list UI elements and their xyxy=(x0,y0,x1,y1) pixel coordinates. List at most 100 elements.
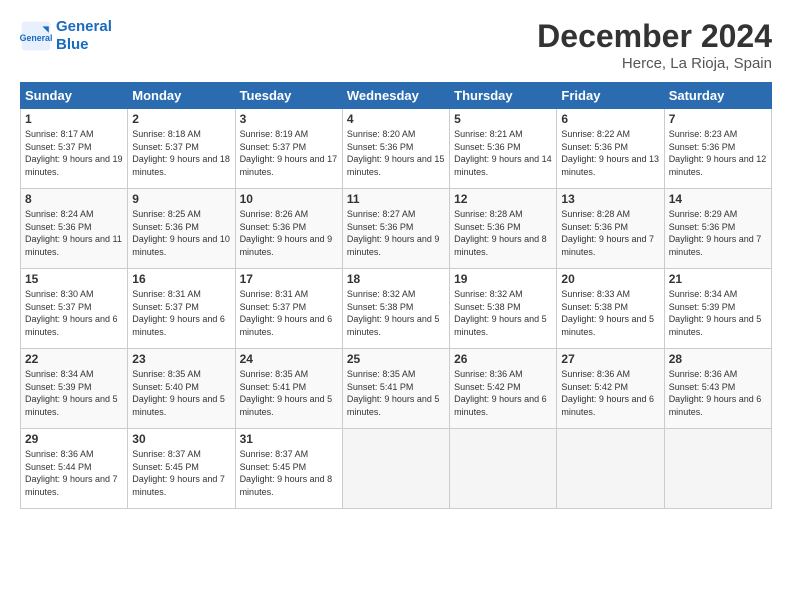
cell-content: Sunrise: 8:35 AMSunset: 5:41 PMDaylight:… xyxy=(347,369,440,417)
table-row: 14 Sunrise: 8:29 AMSunset: 5:36 PMDaylig… xyxy=(664,189,771,269)
cell-content: Sunrise: 8:31 AMSunset: 5:37 PMDaylight:… xyxy=(132,289,225,337)
table-row: 8 Sunrise: 8:24 AMSunset: 5:36 PMDayligh… xyxy=(21,189,128,269)
col-saturday: Saturday xyxy=(664,83,771,109)
table-row xyxy=(557,429,664,509)
table-row: 10 Sunrise: 8:26 AMSunset: 5:36 PMDaylig… xyxy=(235,189,342,269)
cell-content: Sunrise: 8:37 AMSunset: 5:45 PMDaylight:… xyxy=(132,449,225,497)
cell-content: Sunrise: 8:18 AMSunset: 5:37 PMDaylight:… xyxy=(132,129,230,177)
day-number: 26 xyxy=(454,352,552,366)
cell-content: Sunrise: 8:36 AMSunset: 5:42 PMDaylight:… xyxy=(454,369,547,417)
logo: General General Blue xyxy=(20,18,112,54)
day-number: 9 xyxy=(132,192,230,206)
cell-content: Sunrise: 8:19 AMSunset: 5:37 PMDaylight:… xyxy=(240,129,338,177)
table-row: 13 Sunrise: 8:28 AMSunset: 5:36 PMDaylig… xyxy=(557,189,664,269)
table-row: 12 Sunrise: 8:28 AMSunset: 5:36 PMDaylig… xyxy=(450,189,557,269)
cell-content: Sunrise: 8:36 AMSunset: 5:43 PMDaylight:… xyxy=(669,369,762,417)
table-row: 20 Sunrise: 8:33 AMSunset: 5:38 PMDaylig… xyxy=(557,269,664,349)
day-number: 25 xyxy=(347,352,445,366)
cell-content: Sunrise: 8:28 AMSunset: 5:36 PMDaylight:… xyxy=(561,209,654,257)
cell-content: Sunrise: 8:17 AMSunset: 5:37 PMDaylight:… xyxy=(25,129,123,177)
cell-content: Sunrise: 8:22 AMSunset: 5:36 PMDaylight:… xyxy=(561,129,659,177)
cell-content: Sunrise: 8:21 AMSunset: 5:36 PMDaylight:… xyxy=(454,129,552,177)
cell-content: Sunrise: 8:25 AMSunset: 5:36 PMDaylight:… xyxy=(132,209,230,257)
table-row: 29 Sunrise: 8:36 AMSunset: 5:44 PMDaylig… xyxy=(21,429,128,509)
day-number: 2 xyxy=(132,112,230,126)
cell-content: Sunrise: 8:27 AMSunset: 5:36 PMDaylight:… xyxy=(347,209,440,257)
day-number: 1 xyxy=(25,112,123,126)
table-row: 16 Sunrise: 8:31 AMSunset: 5:37 PMDaylig… xyxy=(128,269,235,349)
col-friday: Friday xyxy=(557,83,664,109)
table-row: 30 Sunrise: 8:37 AMSunset: 5:45 PMDaylig… xyxy=(128,429,235,509)
cell-content: Sunrise: 8:35 AMSunset: 5:41 PMDaylight:… xyxy=(240,369,333,417)
table-row: 24 Sunrise: 8:35 AMSunset: 5:41 PMDaylig… xyxy=(235,349,342,429)
table-row: 11 Sunrise: 8:27 AMSunset: 5:36 PMDaylig… xyxy=(342,189,449,269)
table-row: 2 Sunrise: 8:18 AMSunset: 5:37 PMDayligh… xyxy=(128,109,235,189)
cell-content: Sunrise: 8:24 AMSunset: 5:36 PMDaylight:… xyxy=(25,209,122,257)
day-number: 20 xyxy=(561,272,659,286)
day-number: 21 xyxy=(669,272,767,286)
day-number: 19 xyxy=(454,272,552,286)
day-number: 28 xyxy=(669,352,767,366)
cell-content: Sunrise: 8:20 AMSunset: 5:36 PMDaylight:… xyxy=(347,129,445,177)
cell-content: Sunrise: 8:36 AMSunset: 5:42 PMDaylight:… xyxy=(561,369,654,417)
table-row: 19 Sunrise: 8:32 AMSunset: 5:38 PMDaylig… xyxy=(450,269,557,349)
day-number: 17 xyxy=(240,272,338,286)
col-wednesday: Wednesday xyxy=(342,83,449,109)
table-row: 17 Sunrise: 8:31 AMSunset: 5:37 PMDaylig… xyxy=(235,269,342,349)
table-row: 18 Sunrise: 8:32 AMSunset: 5:38 PMDaylig… xyxy=(342,269,449,349)
logo-icon: General xyxy=(20,20,52,52)
day-number: 31 xyxy=(240,432,338,446)
day-number: 11 xyxy=(347,192,445,206)
table-row: 23 Sunrise: 8:35 AMSunset: 5:40 PMDaylig… xyxy=(128,349,235,429)
table-row: 1 Sunrise: 8:17 AMSunset: 5:37 PMDayligh… xyxy=(21,109,128,189)
cell-content: Sunrise: 8:34 AMSunset: 5:39 PMDaylight:… xyxy=(669,289,762,337)
day-number: 10 xyxy=(240,192,338,206)
cell-content: Sunrise: 8:30 AMSunset: 5:37 PMDaylight:… xyxy=(25,289,118,337)
cell-content: Sunrise: 8:26 AMSunset: 5:36 PMDaylight:… xyxy=(240,209,333,257)
table-row: 7 Sunrise: 8:23 AMSunset: 5:36 PMDayligh… xyxy=(664,109,771,189)
table-row: 15 Sunrise: 8:30 AMSunset: 5:37 PMDaylig… xyxy=(21,269,128,349)
day-number: 14 xyxy=(669,192,767,206)
logo-general: General xyxy=(56,18,112,35)
cell-content: Sunrise: 8:29 AMSunset: 5:36 PMDaylight:… xyxy=(669,209,762,257)
day-number: 30 xyxy=(132,432,230,446)
table-row xyxy=(450,429,557,509)
header: General General Blue December 2024 Herce… xyxy=(20,18,772,72)
day-number: 16 xyxy=(132,272,230,286)
day-number: 27 xyxy=(561,352,659,366)
day-number: 23 xyxy=(132,352,230,366)
cell-content: Sunrise: 8:36 AMSunset: 5:44 PMDaylight:… xyxy=(25,449,118,497)
calendar-table: Sunday Monday Tuesday Wednesday Thursday… xyxy=(20,82,772,509)
day-number: 4 xyxy=(347,112,445,126)
table-row: 31 Sunrise: 8:37 AMSunset: 5:45 PMDaylig… xyxy=(235,429,342,509)
page: General General Blue December 2024 Herce… xyxy=(0,0,792,612)
day-number: 24 xyxy=(240,352,338,366)
table-row: 4 Sunrise: 8:20 AMSunset: 5:36 PMDayligh… xyxy=(342,109,449,189)
table-row: 28 Sunrise: 8:36 AMSunset: 5:43 PMDaylig… xyxy=(664,349,771,429)
table-row: 5 Sunrise: 8:21 AMSunset: 5:36 PMDayligh… xyxy=(450,109,557,189)
cell-content: Sunrise: 8:35 AMSunset: 5:40 PMDaylight:… xyxy=(132,369,225,417)
cell-content: Sunrise: 8:28 AMSunset: 5:36 PMDaylight:… xyxy=(454,209,547,257)
cell-content: Sunrise: 8:23 AMSunset: 5:36 PMDaylight:… xyxy=(669,129,767,177)
table-row: 22 Sunrise: 8:34 AMSunset: 5:39 PMDaylig… xyxy=(21,349,128,429)
col-monday: Monday xyxy=(128,83,235,109)
location: Herce, La Rioja, Spain xyxy=(537,55,772,72)
day-number: 18 xyxy=(347,272,445,286)
cell-content: Sunrise: 8:32 AMSunset: 5:38 PMDaylight:… xyxy=(347,289,440,337)
title-block: December 2024 Herce, La Rioja, Spain xyxy=(537,18,772,72)
day-number: 7 xyxy=(669,112,767,126)
cell-content: Sunrise: 8:32 AMSunset: 5:38 PMDaylight:… xyxy=(454,289,547,337)
table-row xyxy=(664,429,771,509)
table-row: 21 Sunrise: 8:34 AMSunset: 5:39 PMDaylig… xyxy=(664,269,771,349)
month-title: December 2024 xyxy=(537,18,772,55)
day-number: 29 xyxy=(25,432,123,446)
day-number: 15 xyxy=(25,272,123,286)
day-number: 12 xyxy=(454,192,552,206)
day-number: 13 xyxy=(561,192,659,206)
table-row: 25 Sunrise: 8:35 AMSunset: 5:41 PMDaylig… xyxy=(342,349,449,429)
col-thursday: Thursday xyxy=(450,83,557,109)
table-row xyxy=(342,429,449,509)
day-number: 5 xyxy=(454,112,552,126)
table-row: 26 Sunrise: 8:36 AMSunset: 5:42 PMDaylig… xyxy=(450,349,557,429)
day-number: 6 xyxy=(561,112,659,126)
